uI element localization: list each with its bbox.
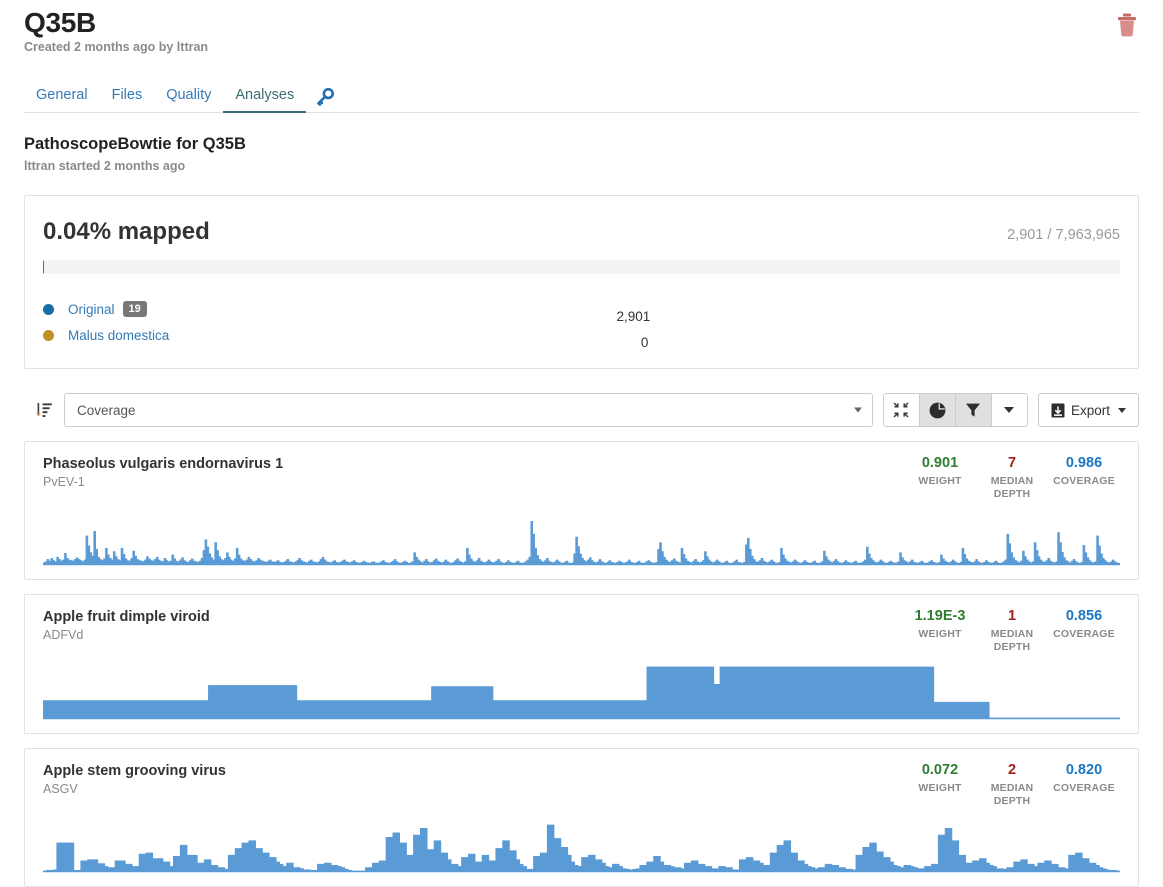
legend-item-original[interactable]: Original 19 2,901	[43, 296, 1120, 322]
coverage-chart-area	[25, 661, 1138, 733]
stat-median-depth: 1 MEDIAN DEPTH	[976, 609, 1048, 654]
caret-down-icon	[1118, 408, 1126, 413]
analysis-subtitle: lttran started 2 months ago	[24, 159, 1139, 173]
stat-coverage-value: 0.820	[1050, 763, 1118, 779]
stat-weight-value: 1.19E-3	[906, 609, 974, 625]
analysis-title: PathoscopeBowtie for Q35B	[24, 135, 1139, 155]
mapped-percent: 0.04% mapped	[43, 218, 210, 246]
otu-stats: 0.072 WEIGHT 2 MEDIAN DEPTH 0.820 COVERA…	[904, 763, 1120, 808]
trash-icon[interactable]	[1115, 12, 1139, 38]
pie-chart-toggle-button[interactable]	[919, 393, 956, 427]
otu-abbreviation: PvEV-1	[43, 475, 283, 489]
legend-value-malus-domestica: 0	[169, 335, 1120, 350]
stat-weight-label: WEIGHT	[906, 475, 974, 488]
legend-dot-icon	[43, 330, 54, 341]
legend-badge-original: 19	[123, 301, 147, 317]
otu-name: Apple stem grooving virus	[43, 763, 226, 779]
stat-median-depth-label: MEDIAN DEPTH	[980, 782, 1044, 808]
otu-card[interactable]: Apple stem grooving virus ASGV 0.072 WEI…	[24, 748, 1139, 887]
filter-dropdown-button[interactable]	[991, 393, 1028, 427]
legend-item-malus-domestica[interactable]: Malus domestica 0	[43, 322, 1120, 348]
otu-name: Phaseolus vulgaris endornavirus 1	[43, 456, 283, 472]
stat-median-depth-value: 7	[978, 456, 1046, 472]
otu-card-header: Apple stem grooving virus ASGV 0.072 WEI…	[25, 749, 1138, 808]
stat-coverage: 0.856 COVERAGE	[1048, 609, 1120, 654]
analysis-heading: PathoscopeBowtie for Q35B lttran started…	[24, 135, 1139, 173]
stat-coverage-value: 0.986	[1050, 456, 1118, 472]
coverage-chart	[43, 814, 1120, 876]
export-button[interactable]: Export	[1038, 393, 1139, 427]
save-icon	[1051, 403, 1065, 418]
stat-coverage: 0.820 COVERAGE	[1048, 763, 1120, 808]
stat-weight-label: WEIGHT	[906, 628, 974, 641]
stat-weight-value: 0.072	[906, 763, 974, 779]
stat-median-depth-label: MEDIAN DEPTH	[980, 475, 1044, 501]
stat-coverage-label: COVERAGE	[1050, 782, 1118, 795]
page-root: Q35B Created 2 months ago by lttran Gene…	[0, 0, 1163, 887]
toolbar-button-group	[883, 393, 1028, 427]
stat-weight-value: 0.901	[906, 456, 974, 472]
stat-coverage-label: COVERAGE	[1050, 475, 1118, 488]
otu-stats: 1.19E-3 WEIGHT 1 MEDIAN DEPTH 0.856 COVE…	[904, 609, 1120, 654]
otu-card-header: Apple fruit dimple viroid ADFVd 1.19E-3 …	[25, 595, 1138, 654]
stat-weight-label: WEIGHT	[906, 782, 974, 795]
otu-identity: Apple stem grooving virus ASGV	[43, 763, 226, 796]
page-title: Q35B	[24, 8, 1139, 37]
tab-files[interactable]: Files	[100, 88, 155, 114]
sort-select-value: Coverage	[77, 403, 136, 418]
tab-quality[interactable]: Quality	[154, 88, 223, 114]
sort-descending-icon[interactable]	[24, 393, 64, 427]
chevron-down-icon	[854, 408, 862, 413]
legend-label-malus-domestica[interactable]: Malus domestica	[68, 328, 169, 343]
otu-name: Apple fruit dimple viroid	[43, 609, 210, 625]
stat-coverage-label: COVERAGE	[1050, 628, 1118, 641]
mapped-count: 2,901 / 7,963,965	[1007, 227, 1120, 243]
stat-weight: 1.19E-3 WEIGHT	[904, 609, 976, 654]
caret-down-icon	[1004, 407, 1014, 413]
stat-coverage-value: 0.856	[1050, 609, 1118, 625]
coverage-chart-area	[25, 814, 1138, 886]
collapse-button[interactable]	[883, 393, 920, 427]
mapped-panel: 0.04% mapped 2,901 / 7,963,965 Original …	[24, 195, 1139, 369]
stat-median-depth-label: MEDIAN DEPTH	[980, 628, 1044, 654]
key-icon[interactable]	[306, 88, 344, 113]
sort-select[interactable]: Coverage	[64, 393, 873, 427]
legend-dot-icon	[43, 304, 54, 315]
export-label: Export	[1071, 403, 1110, 418]
mapped-progress-bar	[43, 260, 1120, 274]
otu-abbreviation: ASGV	[43, 782, 226, 796]
stat-weight: 0.072 WEIGHT	[904, 763, 976, 808]
otu-identity: Phaseolus vulgaris endornavirus 1 PvEV-1	[43, 456, 283, 489]
coverage-chart-area	[25, 507, 1138, 579]
coverage-chart	[43, 661, 1120, 723]
stat-weight: 0.901 WEIGHT	[904, 456, 976, 501]
coverage-chart	[43, 507, 1120, 569]
stat-median-depth-value: 1	[978, 609, 1046, 625]
mapped-summary-row: 0.04% mapped 2,901 / 7,963,965	[43, 218, 1120, 246]
filter-button[interactable]	[955, 393, 992, 427]
otu-identity: Apple fruit dimple viroid ADFVd	[43, 609, 210, 642]
stat-median-depth: 2 MEDIAN DEPTH	[976, 763, 1048, 808]
otu-card[interactable]: Phaseolus vulgaris endornavirus 1 PvEV-1…	[24, 441, 1139, 580]
tab-analyses[interactable]: Analyses	[223, 88, 306, 114]
page-header: Q35B Created 2 months ago by lttran	[24, 0, 1139, 54]
page-subtitle: Created 2 months ago by lttran	[24, 40, 1139, 54]
tab-bar: General Files Quality Analyses	[24, 80, 1139, 113]
stat-median-depth: 7 MEDIAN DEPTH	[976, 456, 1048, 501]
otu-card-header: Phaseolus vulgaris endornavirus 1 PvEV-1…	[25, 442, 1138, 501]
tab-general[interactable]: General	[24, 88, 100, 114]
otu-card[interactable]: Apple fruit dimple viroid ADFVd 1.19E-3 …	[24, 594, 1139, 733]
otu-stats: 0.901 WEIGHT 7 MEDIAN DEPTH 0.986 COVERA…	[904, 456, 1120, 501]
legend-label-original[interactable]: Original	[68, 302, 115, 317]
stat-median-depth-value: 2	[978, 763, 1046, 779]
otu-abbreviation: ADFVd	[43, 628, 210, 642]
stat-coverage: 0.986 COVERAGE	[1048, 456, 1120, 501]
mapped-legend: Original 19 2,901 Malus domestica 0	[43, 296, 1120, 348]
results-toolbar: Coverage	[24, 393, 1139, 427]
